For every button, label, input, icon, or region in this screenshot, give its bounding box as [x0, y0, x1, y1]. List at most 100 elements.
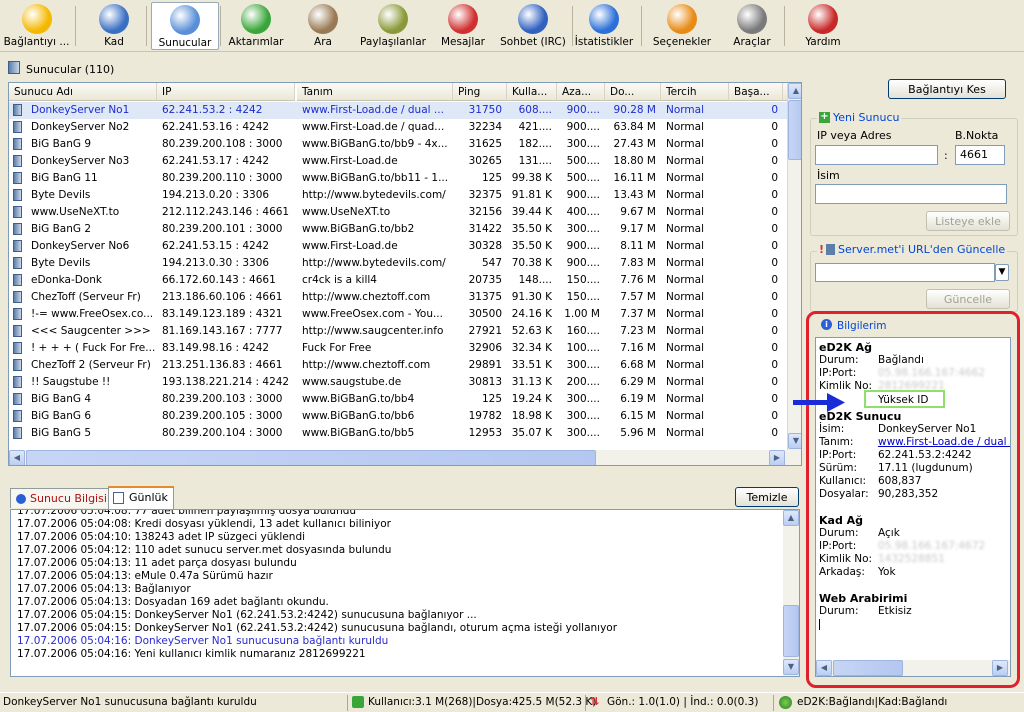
cell-files: 13.43 M [613, 189, 656, 201]
cell-preference: Normal [666, 240, 704, 252]
toolbar-servers-button[interactable]: Sunucular [151, 2, 219, 50]
column-header-preference[interactable]: Tercih [661, 83, 729, 101]
column-header-ping[interactable]: Ping [453, 83, 507, 101]
cell-server-name: DonkeyServer No6 [31, 240, 130, 252]
server-row[interactable]: ChezToff (Serveur Fr) 213.186.60.106 : 46… [9, 289, 801, 306]
server-icon [13, 172, 22, 184]
server-row[interactable]: ChezToff 2 (Serveur Fr) 213.251.136.83 : … [9, 357, 801, 374]
server-row[interactable]: www.UseNeXT.to 212.112.243.146 : 4661 www.… [9, 204, 801, 221]
toolbar-options-gear-button[interactable]: Seçenekler [645, 2, 719, 50]
scroll-right-icon[interactable]: ▶ [769, 450, 785, 465]
add-server-icon: + [819, 111, 830, 123]
toolbar-search-button[interactable]: Ara [289, 2, 357, 50]
server-row[interactable]: Byte Devils 194.213.0.20 : 3306 http://www… [9, 187, 801, 204]
toolbar-label: Sohbet (IRC) [500, 36, 566, 48]
cell-max-users: 900.... [566, 257, 600, 269]
server-row[interactable]: DonkeyServer No2 62.241.53.16 : 4242 www.F… [9, 119, 801, 136]
main-toolbar: Bağlantıyı ... Kad Sunucular Aktarımlar Ara P… [0, 0, 1024, 52]
toolbar-help-button[interactable]: Yardım [787, 2, 859, 50]
scroll-down-icon[interactable]: ▼ [788, 433, 801, 449]
servermet-url-input[interactable] [815, 263, 995, 282]
clear-log-button[interactable]: Temizle [735, 487, 799, 507]
cell-files: 7.37 M [620, 308, 656, 320]
hscroll-thumb[interactable] [833, 660, 903, 676]
web-interface-heading: Web Arabirimi [819, 592, 908, 605]
server-row[interactable]: !-= www.FreeOsex.co... 83.149.123.189 : 4… [9, 306, 801, 323]
cell-server-name: BiG BanG 11 [31, 172, 98, 184]
server-row[interactable]: DonkeyServer No3 62.241.53.17 : 4242 www.F… [9, 153, 801, 170]
cell-ping: 547 [481, 257, 502, 269]
server-row[interactable]: DonkeyServer No1 62.241.53.2 : 4242 www.Fi… [9, 102, 801, 119]
cell-files: 7.23 M [620, 325, 656, 337]
column-header-description[interactable]: Tanım [297, 83, 453, 101]
column-header-files[interactable]: Do... [605, 83, 661, 101]
cell-server-name: <<< Saugcenter >>> [31, 325, 151, 337]
log-output[interactable]: 17.07.2006 05:04:08: 77 adet bilinen pay… [10, 509, 800, 677]
cell-description: www.First-Load.de [302, 155, 398, 167]
log-vscrollbar[interactable]: ▲ ▼ [783, 510, 799, 676]
server-row[interactable]: !! Saugstube !! 193.138.221.214 : 4242 www… [9, 374, 801, 391]
server-row[interactable]: ! + + + ( Fuck For Fre... 83.149.98.16 : … [9, 340, 801, 357]
server-row[interactable]: BiG BanG 2 80.239.200.101 : 3000 www.BiGBa… [9, 221, 801, 238]
kad-globe-icon [99, 4, 129, 34]
scroll-up-icon[interactable]: ▲ [783, 510, 799, 526]
kad-value: Yok [878, 566, 896, 578]
server-row[interactable]: BiG BanG 11 80.239.200.110 : 3000 www.BiGB… [9, 170, 801, 187]
toolbar-irc-chat-button[interactable]: Sohbet (IRC) [498, 2, 568, 50]
toolbar-shared-files-button[interactable]: Paylaşılanlar [358, 2, 428, 50]
url-dropdown-chevron-icon[interactable]: ▼ [995, 264, 1009, 281]
toolbar-statistics-button[interactable]: İstatistikler [569, 2, 639, 50]
scroll-down-icon[interactable]: ▼ [783, 659, 799, 675]
cell-failed: 0 [771, 427, 778, 439]
server-row[interactable]: BiG BanG 5 80.239.200.104 : 3000 www.BiGBa… [9, 425, 801, 442]
my-info-panel: eD2K Ağ Durum: Bağlandı IP:Port: 05.98.166.1… [815, 337, 1011, 677]
server-row[interactable]: eDonka-Donk 66.172.60.143 : 4661 cr4ck is … [9, 272, 801, 289]
cell-files: 9.17 M [620, 223, 656, 235]
cell-preference: Normal [666, 410, 704, 422]
column-header-ip[interactable]: IP [157, 83, 295, 101]
toolbar-tools-button[interactable]: Araçlar [719, 2, 785, 50]
server-row[interactable]: BiG BanG 4 80.239.200.103 : 3000 www.BiGBa… [9, 391, 801, 408]
port-input[interactable]: 4661 [955, 145, 1005, 165]
scroll-up-icon[interactable]: ▲ [788, 83, 801, 99]
scroll-left-icon[interactable]: ◀ [9, 450, 25, 465]
server-row[interactable]: BiG BanG 9 80.239.200.108 : 3000 www.BiGBa… [9, 136, 801, 153]
column-header-max-users[interactable]: Aza... [557, 83, 605, 101]
scroll-left-icon[interactable]: ◀ [816, 660, 832, 676]
column-header-server-name[interactable]: Sunucu Adı [9, 83, 157, 101]
scroll-thumb[interactable] [783, 605, 799, 657]
update-button[interactable]: Güncelle [926, 289, 1010, 309]
cell-ip: 194.213.0.30 : 3306 [162, 257, 270, 269]
tab-log[interactable]: Günlük [108, 486, 174, 509]
ip-address-input[interactable] [815, 145, 938, 165]
disconnect-button[interactable]: Bağlantıyı Kes [888, 79, 1006, 99]
column-header-failed[interactable]: Başa... [729, 83, 783, 101]
toolbar-transfers-button[interactable]: Aktarımlar [224, 2, 288, 50]
scroll-right-icon[interactable]: ▶ [992, 660, 1008, 676]
server-list-hscrollbar[interactable]: ◀ ▶ [9, 450, 801, 465]
server-row[interactable]: BiG BanG 6 80.239.200.105 : 3000 www.BiGBa… [9, 408, 801, 425]
cell-ping: 125 [481, 172, 502, 184]
server-row[interactable]: Byte Devils 194.213.0.30 : 3306 http://www… [9, 255, 801, 272]
toolbar-kad-globe-button[interactable]: Kad [78, 2, 150, 50]
cell-failed: 0 [771, 155, 778, 167]
server-list-table[interactable]: Sunucu Adı IP Tanım Ping Kulla... Aza... Do...… [8, 82, 802, 466]
toolbar-messages-button[interactable]: Mesajlar [428, 2, 498, 50]
cell-files: 7.57 M [620, 291, 656, 303]
cell-ip: 212.112.243.146 : 4661 [162, 206, 290, 218]
cell-ip: 80.239.200.110 : 3000 [162, 172, 283, 184]
cell-description: Fuck For Free [302, 342, 372, 354]
info-hscrollbar[interactable]: ◀ ▶ [816, 660, 1010, 676]
server-icon [13, 138, 22, 150]
server-row[interactable]: DonkeyServer No6 62.241.53.15 : 4242 www.F… [9, 238, 801, 255]
server-name-input[interactable] [815, 184, 1007, 204]
port-label: B.Nokta [955, 129, 999, 142]
server-row[interactable]: <<< Saugcenter >>> 81.169.143.167 : 7777 h… [9, 323, 801, 340]
hscroll-thumb[interactable] [26, 450, 596, 465]
add-to-list-button[interactable]: Listeye ekle [926, 211, 1010, 231]
toolbar-connect-button[interactable]: Bağlantıyı ... [0, 2, 73, 50]
column-header-users[interactable]: Kulla... [507, 83, 557, 101]
cell-description: www.BiGBanG.to/bb4 [302, 393, 415, 405]
ed2k-value: Bağlandı [878, 354, 924, 366]
scroll-thumb[interactable] [788, 100, 801, 160]
